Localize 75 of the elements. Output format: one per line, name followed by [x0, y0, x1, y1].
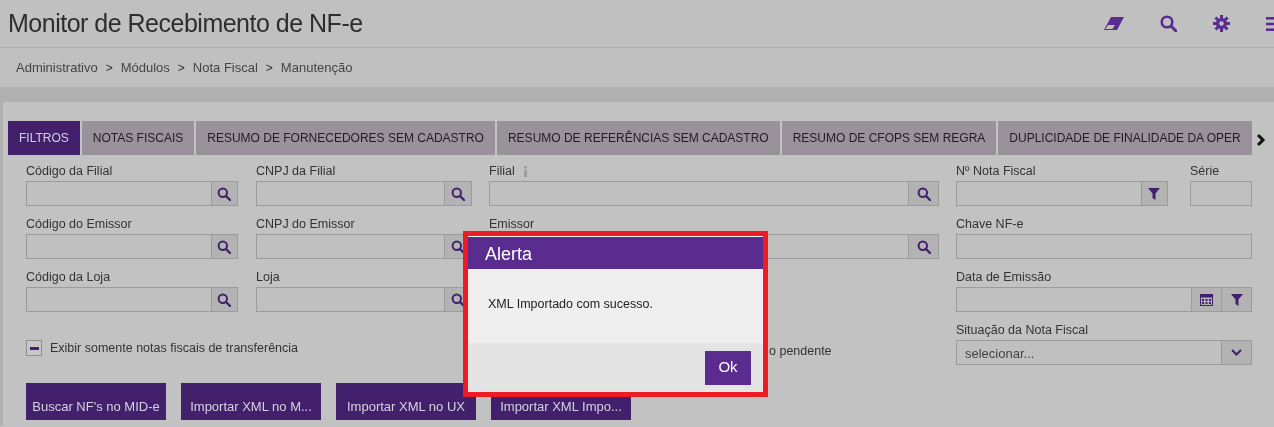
field-label: Nº Nota Fiscal [956, 163, 1036, 179]
page-title: Monitor de Recebimento de NF-e [8, 7, 363, 39]
search-icon[interactable] [1160, 15, 1177, 32]
tab[interactable]: RESUMO DE CFOPS SEM REGRA [781, 121, 997, 155]
search-icon [916, 239, 931, 254]
field-label: Código do Emissor [26, 216, 132, 232]
filter-button[interactable] [1141, 181, 1168, 206]
input-field[interactable] [26, 181, 212, 206]
search-icon [217, 239, 232, 254]
breadcrumb-link[interactable]: Manutenção [280, 57, 353, 78]
search-icon [451, 292, 466, 307]
date-field[interactable] [956, 287, 1192, 312]
field-label: Código da Filial [26, 163, 113, 179]
field-label: CNPJ da Filial [256, 163, 336, 179]
input-field[interactable] [26, 234, 212, 259]
field-label: Situação da Nota Fiscal [956, 322, 1088, 338]
dialog-title: Alerta [468, 236, 763, 269]
breadcrumb-separator: > [177, 59, 185, 77]
tab[interactable]: DUPLICIDADE DE FINALIDADE DA OPER [998, 121, 1252, 155]
field-label: Série [1190, 163, 1220, 179]
input-field[interactable] [489, 181, 909, 206]
input-field[interactable] [256, 234, 446, 259]
dropdown-button[interactable] [1222, 340, 1252, 365]
checkbox[interactable] [26, 340, 42, 357]
caret-icon [1231, 349, 1242, 356]
field-label: Emissor [489, 216, 535, 232]
field-label: Filial [489, 163, 515, 179]
field-label: Loja [256, 269, 280, 285]
eraser-icon[interactable] [1104, 16, 1124, 31]
checkbox-label: Exibir somente notas fiscais de transferência [50, 340, 299, 357]
tab[interactable]: NOTAS FISCAIS [81, 121, 195, 155]
action-button[interactable]: Importar XML no M... [181, 383, 321, 420]
calendar-icon [1200, 293, 1213, 306]
search-button[interactable] [211, 234, 238, 259]
input-field[interactable] [1190, 181, 1252, 206]
input-field[interactable] [256, 287, 446, 312]
menu-icon[interactable] [1266, 15, 1274, 32]
search-icon [916, 186, 931, 201]
input-field[interactable] [256, 181, 446, 206]
search-button[interactable] [445, 181, 472, 206]
input-field[interactable] [956, 181, 1142, 206]
input-field[interactable] [26, 287, 212, 312]
field-label: Chave NF-e [956, 216, 1024, 232]
breadcrumb-link[interactable]: Administrativo [16, 57, 98, 78]
tab[interactable]: FILTROS [8, 121, 80, 155]
field-label: CNPJ do Emissor [256, 216, 355, 232]
chevron-right-icon[interactable] [1256, 133, 1266, 147]
search-icon [451, 186, 466, 201]
search-icon [217, 186, 232, 201]
field-label: Código da Loja [26, 269, 111, 285]
search-button[interactable] [909, 234, 939, 259]
breadcrumb-link[interactable]: Módulos [120, 57, 170, 78]
search-button[interactable] [909, 181, 939, 206]
filter-icon [1230, 293, 1243, 306]
tab[interactable]: RESUMO DE FORNECEDORES SEM CADASTRO [196, 121, 495, 155]
search-icon [217, 292, 232, 307]
breadcrumb-separator: > [105, 59, 113, 77]
action-button[interactable]: Importar XML no UX [336, 383, 476, 420]
input-field[interactable] [956, 234, 1252, 259]
filter-icon [1148, 187, 1161, 200]
settings-icon[interactable] [1213, 15, 1230, 32]
calendar-button[interactable] [1192, 287, 1222, 312]
search-icon [451, 239, 466, 254]
search-button[interactable] [211, 287, 238, 312]
breadcrumb-link[interactable]: Nota Fiscal [192, 57, 258, 78]
ok-button[interactable]: Ok [705, 350, 751, 385]
search-button[interactable] [211, 181, 238, 206]
filter-button[interactable] [1222, 287, 1252, 312]
select-field[interactable]: selecionar... [956, 340, 1222, 365]
tab[interactable]: RESUMO DE REFERÊNCIAS SEM CADASTRO [496, 121, 780, 155]
action-button[interactable]: Buscar NF's no MID-e [26, 383, 166, 420]
checkbox-label: o pendente [769, 344, 832, 358]
dialog-message: XML Importado com sucesso. [488, 297, 653, 311]
breadcrumb-separator: > [265, 59, 273, 77]
field-label: Data de Emissão [956, 269, 1052, 285]
